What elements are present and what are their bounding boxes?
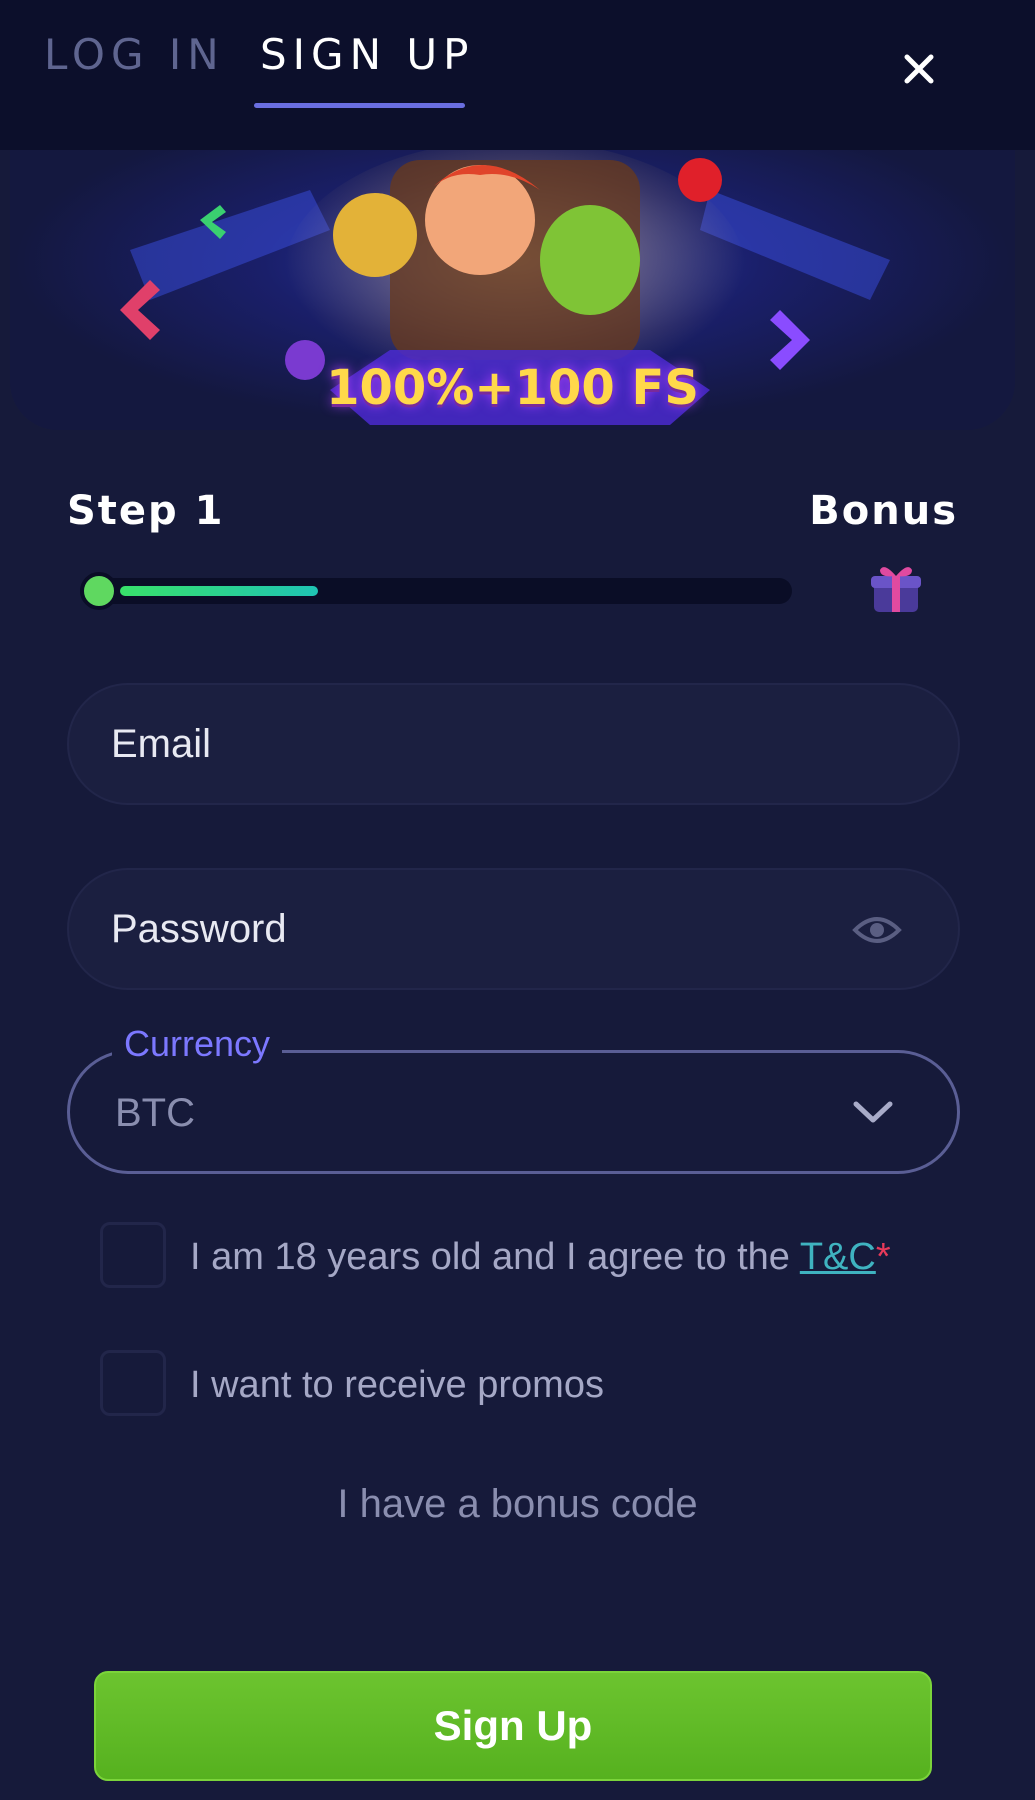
password-field[interactable] — [67, 868, 960, 990]
age-terms-text: I am 18 years old and I agree to the T&C… — [190, 1236, 891, 1279]
promos-label: I want to receive promos — [190, 1364, 604, 1406]
sign-up-button[interactable]: Sign Up — [94, 1671, 932, 1781]
close-icon — [904, 54, 934, 84]
age-terms-checkbox[interactable] — [100, 1222, 166, 1288]
email-field[interactable] — [67, 683, 960, 805]
active-tab-indicator — [254, 103, 465, 108]
tab-log-in[interactable]: LOG IN — [44, 30, 225, 79]
bonus-label: Bonus — [809, 488, 958, 534]
currency-label: Currency — [112, 1023, 283, 1065]
close-button[interactable] — [895, 45, 943, 93]
promo-text: 100%+100 FS — [326, 360, 699, 416]
bonus-code-link[interactable]: I have a bonus code — [0, 1482, 1035, 1527]
password-input[interactable] — [111, 870, 871, 988]
email-input[interactable] — [111, 685, 871, 803]
tab-sign-up[interactable]: SIGN UP — [260, 30, 474, 79]
gift-icon — [871, 567, 921, 612]
auth-header: LOG IN SIGN UP — [0, 0, 1035, 150]
currency-value: BTC — [115, 1091, 195, 1135]
eye-icon[interactable] — [852, 910, 902, 950]
age-terms-label: I am 18 years old and I agree to the — [190, 1236, 790, 1278]
progress-knob — [80, 572, 118, 610]
promo-banner: 100%+100 FS — [10, 150, 1015, 430]
step-progress-bar — [80, 572, 792, 610]
terms-link[interactable]: T&C — [800, 1236, 876, 1278]
progress-fill — [120, 586, 318, 596]
currency-select[interactable]: Currency BTC — [67, 1023, 960, 1174]
chevron-down-icon — [853, 1101, 893, 1123]
step-label: Step 1 — [67, 488, 225, 534]
promos-checkbox[interactable] — [100, 1350, 166, 1416]
required-mark: * — [875, 1236, 891, 1278]
